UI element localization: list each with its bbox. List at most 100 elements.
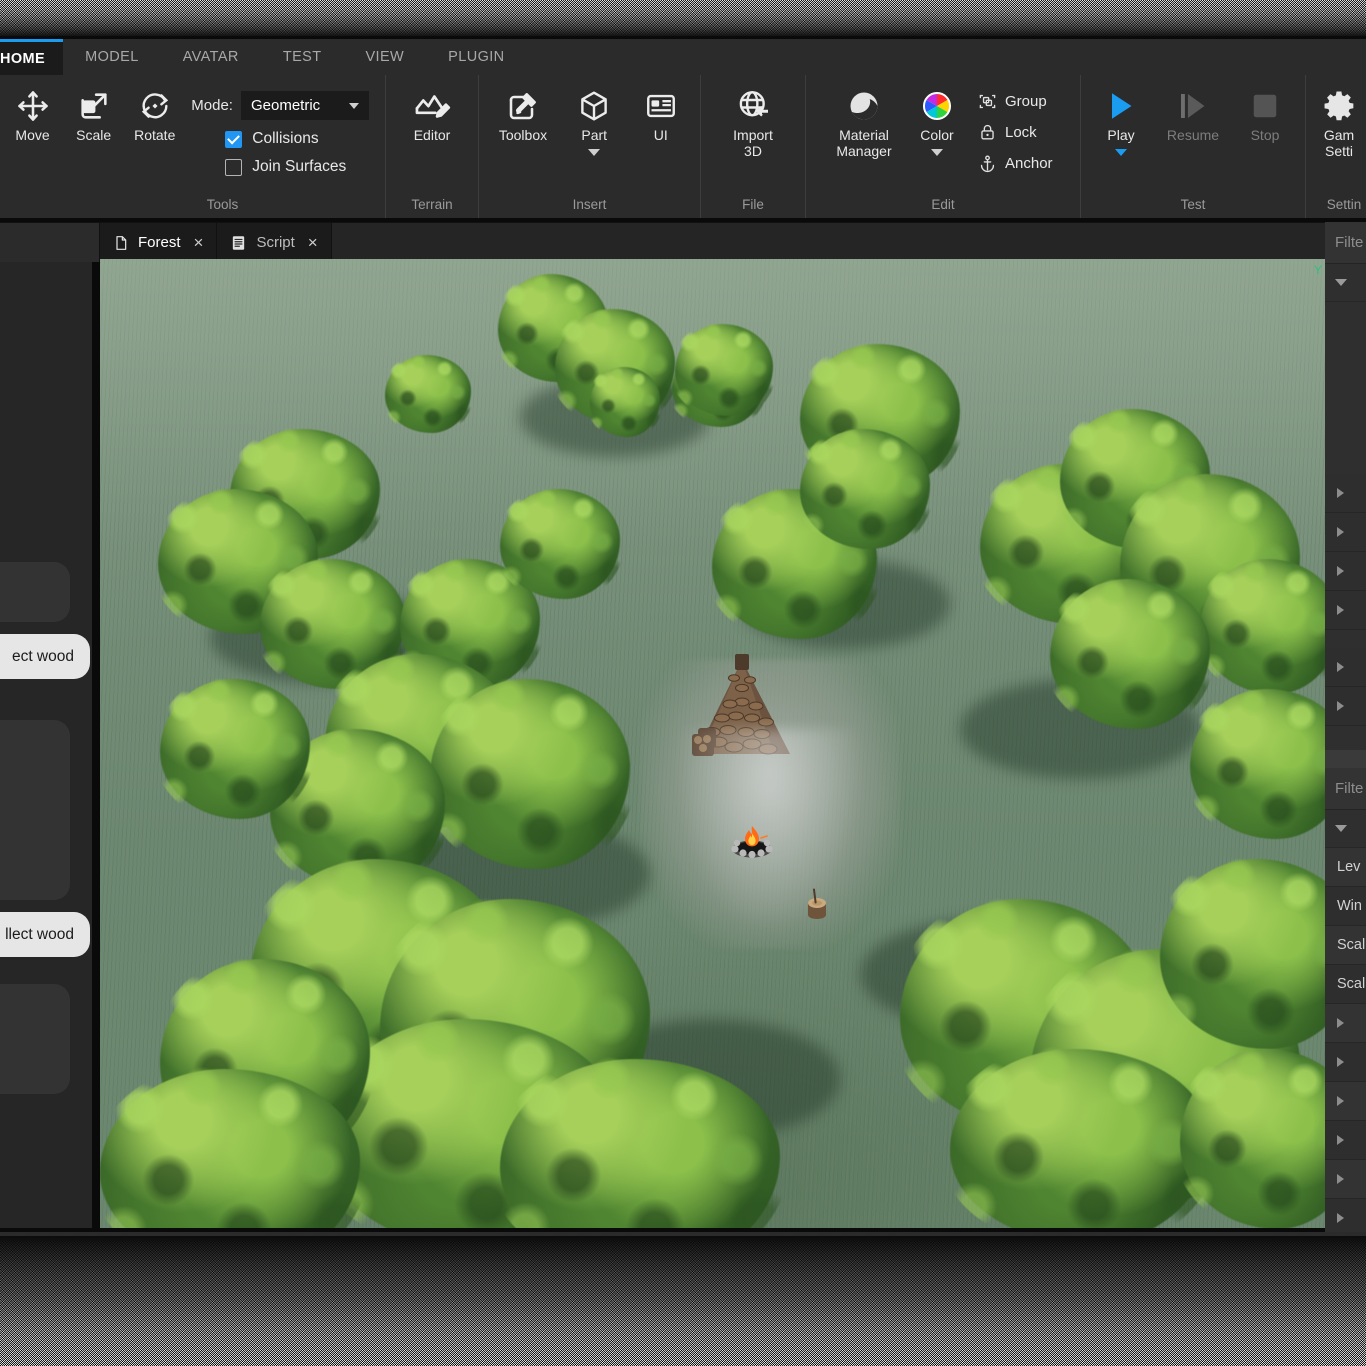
tab-forest[interactable]: Forest × [100, 223, 218, 262]
explorer-item[interactable] [1325, 648, 1366, 687]
tree-canopy [488, 1050, 792, 1228]
ribbon-group-test-label: Test [1180, 197, 1206, 212]
property-row[interactable]: Win [1325, 887, 1366, 926]
tree-canopy [587, 364, 663, 440]
dock-splitter[interactable] [1325, 750, 1366, 768]
import-3d-button[interactable]: Import 3D [717, 83, 789, 159]
property-row[interactable] [1325, 1082, 1366, 1121]
tree-canopy [671, 320, 777, 420]
3d-viewport[interactable]: Y [100, 259, 1325, 1228]
lock-button[interactable]: Lock [974, 120, 1057, 145]
resume-button[interactable]: Resume [1163, 83, 1223, 144]
explorer-item[interactable] [1325, 552, 1366, 591]
part-button[interactable]: Part [565, 83, 624, 156]
file-icon [113, 234, 129, 252]
mode-options-column: Mode: Geometric Collisions Join Surfaces [185, 83, 375, 176]
join-surfaces-checkbox-row[interactable]: Join Surfaces [191, 158, 369, 176]
mode-label: Mode: [191, 97, 233, 114]
property-row[interactable] [1325, 1004, 1366, 1043]
collisions-checkbox[interactable] [225, 130, 243, 148]
chevron-down-icon[interactable] [1335, 825, 1347, 832]
terrain-editor-button[interactable]: Editor [396, 83, 468, 144]
chevron-right-icon[interactable] [1337, 566, 1344, 576]
chevron-right-icon[interactable] [1337, 1135, 1344, 1145]
stop-label: Stop [1250, 127, 1280, 143]
chevron-right-icon[interactable] [1337, 605, 1344, 615]
rotate-circle-icon [138, 87, 172, 125]
scale-tool-button[interactable]: Scale [63, 83, 124, 144]
tree-canopy [1043, 573, 1217, 735]
group-button[interactable]: Group [974, 89, 1057, 114]
explorer-item[interactable] [1325, 474, 1366, 513]
property-row[interactable] [1325, 1121, 1366, 1160]
toolbox-button[interactable]: Toolbox [489, 83, 557, 144]
explorer-filter-input[interactable]: Filte [1325, 222, 1366, 264]
mode-select[interactable]: Geometric [240, 91, 369, 120]
property-row[interactable] [1325, 1160, 1366, 1199]
property-row-label: Scal [1337, 937, 1366, 953]
menu-item-view[interactable]: VIEW [343, 39, 426, 75]
tab-bar-filler [331, 223, 1366, 262]
play-button[interactable]: Play [1091, 83, 1151, 156]
tab-forest-label: Forest [138, 234, 181, 251]
chevron-down-icon[interactable] [1115, 148, 1127, 156]
campfire-object[interactable] [728, 824, 776, 858]
chevron-down-icon [348, 102, 359, 109]
menu-bar: HOME MODEL AVATAR TEST VIEW PLUGIN [0, 39, 1366, 75]
property-row[interactable]: Scal [1325, 965, 1366, 1004]
chevron-right-icon[interactable] [1337, 1018, 1344, 1028]
chevron-right-icon[interactable] [1337, 1096, 1344, 1106]
property-row-label: Lev [1337, 859, 1361, 875]
move-tool-button[interactable]: Move [2, 83, 63, 144]
explorer-item[interactable] [1325, 591, 1366, 630]
property-row[interactable]: Lev [1325, 848, 1366, 887]
color-button[interactable]: Color [906, 83, 968, 156]
part-label: Part [581, 127, 608, 143]
chevron-right-icon[interactable] [1337, 662, 1344, 672]
chevron-down-icon[interactable] [588, 148, 601, 156]
roblox-studio-window: HOME MODEL AVATAR TEST VIEW PLUGIN Move [0, 0, 1366, 1366]
import-3d-label: Import 3D [733, 127, 773, 159]
properties-group-header[interactable] [1325, 810, 1366, 848]
chevron-right-icon[interactable] [1337, 1213, 1344, 1223]
tab-script-label: Script [256, 234, 295, 251]
tab-script[interactable]: Script × [217, 223, 332, 262]
rotate-tool-button[interactable]: Rotate [124, 83, 185, 144]
chevron-down-icon[interactable] [1335, 279, 1347, 286]
ribbon-group-file-label: File [742, 197, 764, 212]
properties-filter-input[interactable]: Filte [1325, 768, 1366, 810]
collisions-checkbox-row[interactable]: Collisions [191, 130, 369, 148]
explorer-item[interactable] [1325, 687, 1366, 726]
anchor-button[interactable]: Anchor [974, 151, 1057, 176]
join-surfaces-checkbox[interactable] [225, 158, 243, 176]
properties-panel: Filte Lev Win Scal Scal [1325, 768, 1366, 1268]
game-settings-button[interactable]: Gam Setti [1322, 83, 1356, 159]
chevron-right-icon[interactable] [1337, 488, 1344, 498]
tree-stump-object[interactable] [800, 887, 834, 921]
close-icon[interactable]: × [194, 233, 204, 253]
menu-item-avatar[interactable]: AVATAR [161, 39, 261, 75]
explorer-item[interactable] [1325, 513, 1366, 552]
menu-item-test[interactable]: TEST [261, 39, 344, 75]
chevron-right-icon[interactable] [1337, 701, 1344, 711]
cube-icon [577, 87, 611, 125]
material-manager-button[interactable]: Material Manager [828, 83, 900, 159]
menu-item-home[interactable]: HOME [0, 39, 64, 75]
ribbon-group-insert: Toolbox Part UI Insert [478, 75, 700, 218]
explorer-root-row[interactable] [1325, 264, 1366, 302]
ui-button[interactable]: UI [631, 83, 690, 144]
chevron-right-icon[interactable] [1337, 527, 1344, 537]
property-row[interactable] [1325, 1043, 1366, 1082]
material-manager-label: Material Manager [836, 127, 892, 159]
chevron-right-icon[interactable] [1337, 1057, 1344, 1067]
chevron-right-icon[interactable] [1337, 1174, 1344, 1184]
move-tool-label: Move [15, 127, 50, 143]
menu-item-model[interactable]: MODEL [63, 39, 161, 75]
edit-mini-actions: Group Lock Anchor [974, 83, 1057, 176]
stop-button[interactable]: Stop [1235, 83, 1295, 144]
chevron-down-icon[interactable] [931, 148, 943, 156]
close-icon[interactable]: × [308, 233, 318, 253]
property-row[interactable]: Scal [1325, 926, 1366, 965]
tree-canopy [154, 673, 316, 825]
menu-item-plugin[interactable]: PLUGIN [426, 39, 526, 75]
